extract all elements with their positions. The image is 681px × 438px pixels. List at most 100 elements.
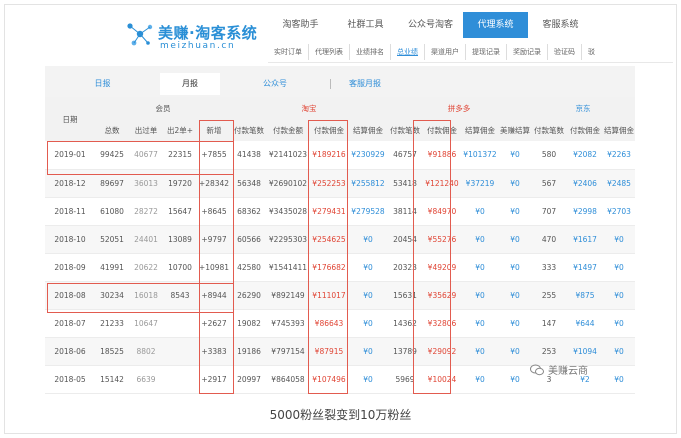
table-cell: ¥2485 bbox=[607, 178, 631, 188]
col-header: 总数 bbox=[104, 125, 120, 135]
row-date-cell: 2018-07 bbox=[54, 318, 86, 328]
table-cell: 56348 bbox=[237, 178, 261, 188]
table-cell: 707 bbox=[541, 206, 557, 216]
table-cell: +8645 bbox=[201, 206, 227, 216]
table-cell: ¥121240 bbox=[425, 178, 459, 188]
tab-monthly[interactable]: 月报 bbox=[160, 73, 220, 95]
top-nav-item-community-tools[interactable]: 社群工具 bbox=[333, 12, 398, 38]
table-cell: ¥2406 bbox=[573, 178, 597, 188]
table-cell: 8543 bbox=[170, 290, 190, 300]
table-cell: 19082 bbox=[237, 318, 261, 328]
table-cell: ¥892149 bbox=[271, 290, 305, 300]
table-row: 2018-08 30234 16018 8543 +8944 26290 ¥892149 ¥1… bbox=[45, 281, 635, 309]
table-cell: ¥2141023 bbox=[268, 150, 308, 160]
col-header: 付款佣金 bbox=[570, 125, 600, 135]
row-date-cell: 2018-08 bbox=[54, 290, 86, 300]
sub-nav-item-realtime-orders[interactable]: 实时订单 bbox=[268, 44, 309, 60]
table-cell: 89697 bbox=[100, 178, 124, 188]
row-date-cell: 2018-05 bbox=[54, 374, 86, 384]
table-cell: ¥0 bbox=[475, 206, 485, 216]
col-header: 新增 bbox=[206, 125, 222, 135]
table-cell: ¥0 bbox=[510, 346, 520, 356]
table-cell: ¥0 bbox=[475, 346, 485, 356]
table-cell: ¥0 bbox=[510, 374, 520, 384]
top-nav-item-official-account[interactable]: 公众号淘客 bbox=[398, 12, 463, 38]
table-cell: 10647 bbox=[134, 318, 158, 328]
col-header: 付款笔数 bbox=[234, 125, 264, 135]
table-row: 2018-06 18525 8802 +3383 19186 ¥797154 ¥87915 ¥… bbox=[45, 337, 635, 365]
table-cell: 18525 bbox=[100, 346, 124, 356]
table-cell: ¥254625 bbox=[312, 234, 346, 244]
col-header: 付款笔数 bbox=[390, 125, 420, 135]
sub-nav-item-ranking[interactable]: 业绩排名 bbox=[350, 44, 391, 60]
sub-nav-item-withdraw-records[interactable]: 提现记录 bbox=[466, 44, 507, 60]
table-cell: ¥1617 bbox=[573, 234, 597, 244]
sub-nav-item-verification-code[interactable]: 验证码 bbox=[548, 44, 582, 60]
table-cell: 40677 bbox=[134, 150, 158, 160]
watermark-text: 美赚云商 bbox=[548, 366, 588, 377]
table-cell: ¥797154 bbox=[271, 346, 305, 356]
table-cell: 147 bbox=[541, 318, 557, 328]
table-cell: 52051 bbox=[100, 234, 124, 244]
col-header: 结算佣金 bbox=[353, 125, 383, 135]
brand-logo[interactable]: 美赚·淘客系统 meizhuan.cn bbox=[126, 20, 266, 54]
image-caption: 5000粉丝裂变到10万粉丝 bbox=[269, 408, 412, 422]
date-header: 日期 bbox=[62, 114, 78, 124]
group-header-member: 会员 bbox=[155, 103, 171, 113]
tab-daily[interactable]: 日报 bbox=[45, 73, 160, 95]
table-cell: 10700 bbox=[168, 262, 192, 272]
table-cell: 99425 bbox=[100, 150, 124, 160]
sub-nav-item-agent-list[interactable]: 代理列表 bbox=[309, 44, 350, 60]
table-cell: 15142 bbox=[100, 374, 124, 384]
table-row: 2018-09 41991 20622 10700 +10981 42580 ¥154141… bbox=[45, 253, 635, 281]
wechat-icon bbox=[530, 364, 544, 375]
tab-official-account[interactable]: 公众号 bbox=[220, 73, 330, 95]
table-row: 2018-11 61080 28272 15647 +8645 68362 ¥3435028… bbox=[45, 197, 635, 225]
table-cell: 46757 bbox=[393, 150, 417, 160]
table-cell: ¥0 bbox=[475, 318, 485, 328]
table-cell: 41991 bbox=[100, 262, 124, 272]
group-header-pdd: 拼多多 bbox=[447, 103, 471, 113]
sub-nav-item-channel-users[interactable]: 渠道用户 bbox=[425, 44, 466, 60]
table-cell: ¥0 bbox=[614, 318, 624, 328]
table-cell: ¥32806 bbox=[427, 318, 457, 328]
table-cell: +2917 bbox=[201, 374, 227, 384]
col-header: 付款笔数 bbox=[534, 125, 564, 135]
table-cell: +10981 bbox=[198, 262, 230, 272]
table-cell: 19720 bbox=[168, 178, 192, 188]
sub-nav-item-total-performance[interactable]: 总业绩 bbox=[391, 44, 425, 60]
table-cell: 21233 bbox=[100, 318, 124, 328]
table-cell: ¥0 bbox=[475, 374, 485, 384]
molecule-logo-icon bbox=[127, 23, 153, 46]
table-cell: 42580 bbox=[237, 262, 261, 272]
table-cell: 41438 bbox=[237, 150, 261, 160]
table-cell bbox=[163, 309, 197, 337]
table-cell: ¥111017 bbox=[312, 290, 346, 300]
table-cell: 28272 bbox=[134, 206, 158, 216]
table-cell: ¥0 bbox=[614, 374, 624, 384]
top-nav-item-agent-system[interactable]: 代理系统 bbox=[463, 12, 528, 38]
table-cell: 26290 bbox=[237, 290, 261, 300]
table-cell: 20323 bbox=[393, 262, 417, 272]
watermark: 美赚云商 bbox=[530, 362, 588, 377]
tab-customer-monthly[interactable]: 客服月报 bbox=[331, 73, 399, 95]
table-cell: ¥107496 bbox=[312, 374, 346, 384]
table-cell: ¥91886 bbox=[427, 150, 457, 160]
col-header: 付款佣金 bbox=[427, 125, 457, 135]
table-group-header-row: 日期 会员 淘宝 拼多多 京东 bbox=[45, 97, 635, 124]
table-cell: ¥84970 bbox=[427, 206, 457, 216]
table-cell: ¥864058 bbox=[271, 374, 305, 384]
table-cell: ¥87915 bbox=[314, 346, 344, 356]
row-date-cell: 2018-10 bbox=[54, 234, 86, 244]
table-cell: ¥189216 bbox=[312, 150, 346, 160]
brand-title: 美赚·淘客系统 bbox=[158, 24, 258, 42]
sub-nav-item-truncated[interactable]: 驳 bbox=[582, 44, 601, 60]
top-nav-item-customer-service[interactable]: 客服系统 bbox=[528, 12, 593, 38]
table-cell: ¥55276 bbox=[427, 234, 457, 244]
table-cell: 20454 bbox=[393, 234, 417, 244]
top-nav-item-taoke-assistant[interactable]: 淘客助手 bbox=[268, 12, 333, 38]
report-tabs: 日报 月报 公众号 客服月报 bbox=[45, 73, 635, 95]
sub-nav-item-reward-records[interactable]: 奖励记录 bbox=[507, 44, 548, 60]
table-cell: ¥0 bbox=[363, 290, 373, 300]
col-header: 出过单 bbox=[134, 125, 158, 135]
